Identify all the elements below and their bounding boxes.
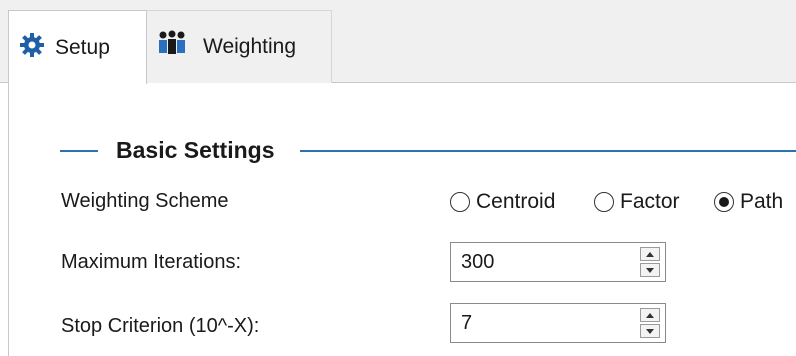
radio-path[interactable]: Path <box>714 189 783 215</box>
arrow-down-icon <box>646 267 654 273</box>
max-iterations-spin-buttons <box>640 247 660 277</box>
max-iterations-increment-button[interactable] <box>640 247 660 261</box>
stop-criterion-stepper[interactable]: 7 <box>450 303 666 343</box>
max-iterations-value[interactable]: 300 <box>461 251 494 274</box>
max-iterations-label: Maximum Iterations: <box>61 251 242 273</box>
stop-criterion-increment-button[interactable] <box>640 308 660 322</box>
radio-centroid[interactable]: Centroid <box>450 189 555 215</box>
tab-setup[interactable]: Setup <box>8 10 147 84</box>
radio-factor[interactable]: Factor <box>594 189 680 215</box>
arrow-up-icon <box>646 312 654 318</box>
tab-bar: Setup Weighting <box>0 0 796 84</box>
radio-path-circle[interactable] <box>714 192 734 212</box>
people-icon <box>157 30 187 64</box>
max-iterations-stepper[interactable]: 300 <box>450 242 666 282</box>
stop-criterion-label: Stop Criterion (10^-X): <box>61 315 260 337</box>
section-title: Basic Settings <box>116 137 275 163</box>
arrow-up-icon <box>646 251 654 257</box>
max-iterations-decrement-button[interactable] <box>640 263 660 277</box>
stop-criterion-spin-buttons <box>640 308 660 338</box>
radio-factor-label: Factor <box>620 190 680 213</box>
radio-centroid-circle[interactable] <box>450 192 470 212</box>
radio-centroid-label: Centroid <box>476 190 556 213</box>
gear-icon <box>19 32 45 64</box>
tab-weighting[interactable]: Weighting <box>147 10 332 83</box>
section-divider-left <box>60 150 98 152</box>
tab-setup-label: Setup <box>55 35 110 59</box>
radio-path-label: Path <box>740 190 784 213</box>
stop-criterion-decrement-button[interactable] <box>640 324 660 338</box>
weighting-scheme-label: Weighting Scheme <box>61 190 229 212</box>
tab-weighting-label: Weighting <box>203 35 297 58</box>
section-divider-right <box>300 150 796 152</box>
stop-criterion-value[interactable]: 7 <box>461 312 472 335</box>
arrow-down-icon <box>646 328 654 334</box>
radio-factor-circle[interactable] <box>594 192 614 212</box>
